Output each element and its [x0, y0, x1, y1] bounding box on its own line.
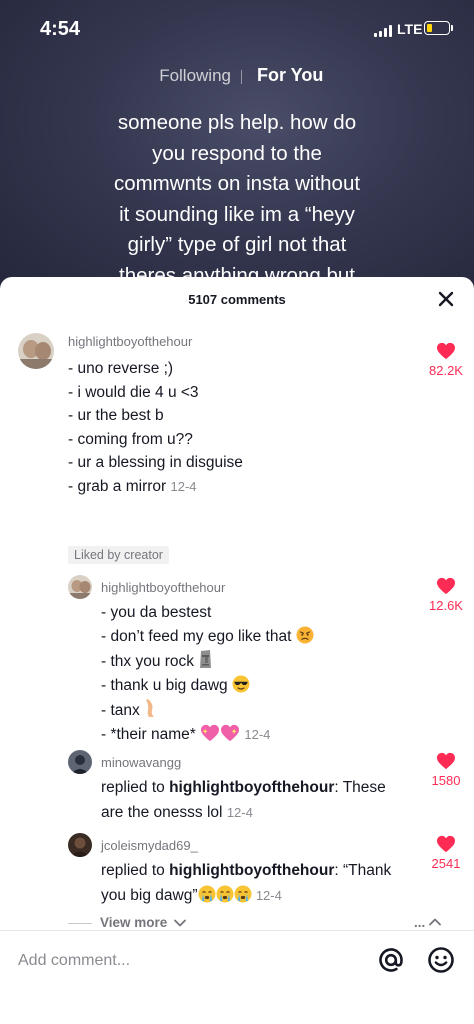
- heart-icon: [437, 577, 455, 595]
- like-count: 1580: [431, 773, 461, 788]
- collapse-label: ...: [414, 915, 426, 930]
- sunglasses-face-icon: [232, 675, 250, 693]
- comment-line: - ur a blessing in disguise: [68, 454, 243, 471]
- comment-date: 12-4: [255, 887, 282, 903]
- view-more-row: View more ...: [68, 912, 448, 931]
- tab-for-you[interactable]: For You: [257, 65, 323, 86]
- sparkling-heart-icon: [200, 724, 220, 742]
- reply-prefix: replied to: [101, 779, 170, 796]
- caption-line: someone pls help. how do: [117, 111, 357, 134]
- comment-composer: [0, 930, 474, 1024]
- mention-button[interactable]: [376, 945, 406, 975]
- close-button[interactable]: [436, 289, 456, 309]
- comment-line: - grab a mirror: [68, 477, 167, 495]
- comment-date: 12-4: [170, 478, 197, 494]
- like-button[interactable]: 82.2K: [421, 342, 471, 378]
- caption-line: commwnts on insta without: [113, 172, 361, 195]
- feed-tabs: Following For You: [0, 64, 474, 88]
- tab-divider: [241, 70, 242, 84]
- comment-line: - thx you rock: [101, 653, 195, 670]
- comment-text: replied to highlightboyofthehour: These …: [101, 776, 421, 825]
- video-caption: someone pls help. how do you respond to …: [60, 108, 414, 291]
- comment-count: 5107 comments: [188, 292, 286, 307]
- like-button[interactable]: 2541: [421, 835, 471, 871]
- comment-line: : These: [334, 779, 386, 796]
- avatar[interactable]: [18, 333, 54, 369]
- comment-line: - you da bestest: [101, 604, 212, 621]
- comment-username[interactable]: highlightboyofthehour: [101, 580, 225, 595]
- like-button[interactable]: 1580: [421, 752, 471, 788]
- comment-line: - uno reverse ;): [68, 360, 174, 377]
- collapse-replies-button[interactable]: ...: [414, 915, 441, 930]
- at-icon: [379, 948, 403, 972]
- comment-text: replied to highlightboyofthehour: “Thank…: [101, 859, 421, 908]
- heart-icon: [437, 752, 455, 770]
- reply-to-user[interactable]: highlightboyofthehour: [169, 862, 334, 879]
- comment-text: - you da bestest - don’t feed my ego lik…: [101, 601, 401, 747]
- comment-line: you big dawg”: [101, 886, 198, 904]
- angry-face-icon: [296, 626, 314, 644]
- status-time: 4:54: [40, 18, 81, 40]
- comment-date: 12-4: [244, 727, 271, 742]
- avatar[interactable]: [68, 833, 92, 857]
- comment-date: 12-4: [226, 804, 253, 820]
- liked-by-creator-badge: Liked by creator: [68, 546, 169, 564]
- comment-line: - tanx: [101, 702, 140, 719]
- heart-icon: [437, 342, 455, 360]
- comment-line: - don’t feed my ego like that: [101, 628, 292, 645]
- comment-line: - ur the best b: [68, 407, 164, 424]
- moai-icon: [198, 649, 216, 668]
- crying-face-icon: [234, 885, 252, 903]
- comment-line: - thank u big dawg: [101, 677, 228, 694]
- emoji-icon: [428, 947, 454, 973]
- crying-face-icon: [216, 885, 234, 903]
- heart-icon: [437, 835, 455, 853]
- comment-line: - i would die 4 u <3: [68, 383, 199, 401]
- caption-line: you respond to the: [152, 141, 322, 165]
- network-type: LTE: [397, 21, 423, 37]
- comments-header: 5107 comments: [0, 277, 474, 321]
- caption-line: it sounding like im a “heyy: [119, 202, 355, 226]
- avatar[interactable]: [68, 750, 92, 774]
- close-icon: [438, 291, 454, 307]
- like-count: 12.6K: [429, 598, 463, 613]
- status-bar: 4:54 LTE: [0, 0, 474, 54]
- avatar[interactable]: [68, 575, 92, 599]
- leg-icon: [144, 698, 162, 717]
- sparkling-heart-icon: [220, 724, 240, 742]
- reply-prefix: replied to: [101, 862, 170, 879]
- chevron-up-icon: [429, 918, 441, 926]
- chevron-down-icon[interactable]: [174, 918, 186, 928]
- comment-list[interactable]: highlightboyofthehour - uno reverse ;) -…: [0, 321, 474, 931]
- battery-icon: [424, 21, 450, 35]
- comment-text: - uno reverse ;) - i would die 4 u <3 - …: [68, 357, 368, 498]
- tab-following[interactable]: Following: [159, 66, 231, 86]
- comments-sheet: 5107 comments highlightboyofthehour - un…: [0, 277, 474, 1024]
- comment-username[interactable]: minowavangg: [101, 755, 181, 770]
- add-comment-input[interactable]: [18, 943, 348, 979]
- view-more-replies-button[interactable]: View more: [100, 915, 167, 930]
- comment-username[interactable]: highlightboyofthehour: [68, 334, 192, 349]
- video-background[interactable]: 4:54 LTE Following For You someone pls h…: [0, 0, 474, 300]
- comment-line: : “Thank: [334, 862, 392, 879]
- comment-line: - *their name*: [101, 726, 196, 743]
- comment-username[interactable]: jcoleismydad69_: [101, 838, 198, 853]
- comment-line: - coming from u??: [68, 430, 193, 448]
- comment-line: are the onesss lol: [101, 803, 223, 821]
- like-button[interactable]: 12.6K: [421, 577, 471, 613]
- divider: [68, 923, 92, 924]
- signal-icon: [374, 25, 392, 37]
- caption-line: girly” type of girl not that: [127, 233, 347, 256]
- like-count: 82.2K: [429, 363, 463, 378]
- emoji-button[interactable]: [426, 945, 456, 975]
- like-count: 2541: [431, 856, 461, 871]
- reply-to-user[interactable]: highlightboyofthehour: [169, 779, 334, 796]
- crying-face-icon: [198, 885, 216, 903]
